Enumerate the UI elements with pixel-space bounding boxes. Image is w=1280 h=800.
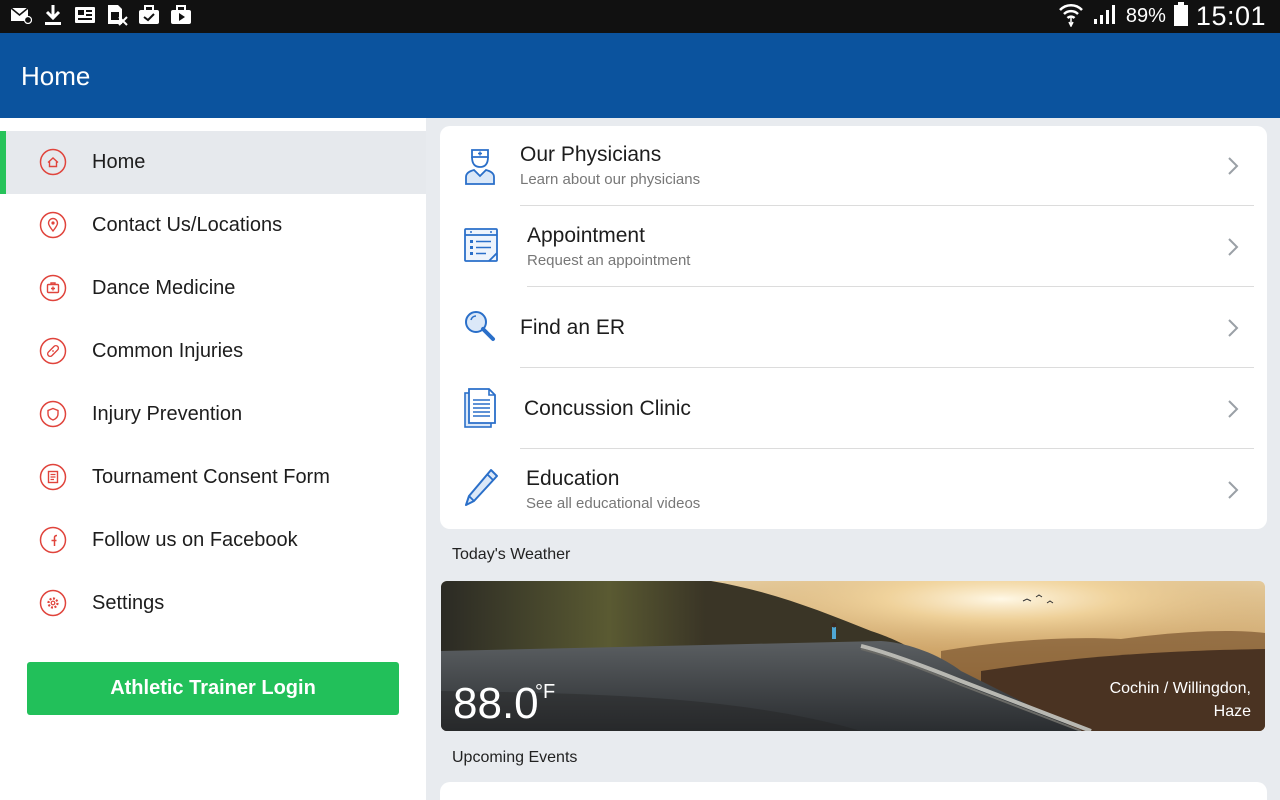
quick-links-card: Our Physicians Learn about our physician… xyxy=(440,126,1267,529)
shield-icon xyxy=(39,400,67,428)
weather-heading: Today's Weather xyxy=(452,546,571,563)
row-title: Find an ER xyxy=(520,316,626,339)
menu-row-find-er[interactable]: Find an ER xyxy=(440,288,1267,369)
email-icon xyxy=(10,4,32,26)
sidebar-item-consent-form[interactable]: Tournament Consent Form xyxy=(0,446,426,509)
sidebar-item-injury-prevention[interactable]: Injury Prevention xyxy=(0,383,426,446)
page-title: Home xyxy=(21,61,91,91)
row-subtitle: Learn about our physicians xyxy=(520,171,701,188)
row-title: Appointment xyxy=(527,224,645,247)
location-pin-icon xyxy=(39,211,67,239)
bandage-icon xyxy=(39,337,67,365)
sidebar-item-settings[interactable]: Settings xyxy=(0,572,426,635)
sidebar-item-facebook[interactable]: Follow us on Facebook xyxy=(0,509,426,572)
sidebar-item-common-injuries[interactable]: Common Injuries xyxy=(0,320,426,383)
calendar-list-icon xyxy=(462,225,498,269)
athletic-trainer-login-button[interactable]: Athletic Trainer Login xyxy=(27,662,399,715)
form-icon xyxy=(39,463,67,491)
temperature-unit: °F xyxy=(535,681,556,703)
events-heading: Upcoming Events xyxy=(452,749,578,766)
news-icon xyxy=(74,4,96,26)
physician-icon xyxy=(462,144,498,188)
medkit-icon xyxy=(39,274,67,302)
weather-card[interactable]: 88.0 °F Cochin / Willingdon, Haze xyxy=(441,581,1265,731)
document-icon xyxy=(462,387,498,431)
weather-condition: Haze xyxy=(1213,703,1251,720)
sidebar-item-label: Tournament Consent Form xyxy=(92,466,330,488)
row-title: Concussion Clinic xyxy=(524,397,691,420)
status-bar: 89% 15:01 xyxy=(0,0,1280,33)
sidebar-item-label: Contact Us/Locations xyxy=(92,214,283,236)
menu-row-education[interactable]: Education See all educational videos xyxy=(440,450,1267,531)
signal-icon xyxy=(1092,3,1118,30)
menu-row-appointment[interactable]: Appointment Request an appointment xyxy=(440,207,1267,288)
facebook-icon xyxy=(39,526,67,554)
sim-icon xyxy=(106,4,128,26)
pencil-icon xyxy=(462,466,498,510)
sidebar-item-label: Follow us on Facebook xyxy=(92,529,298,551)
wifi-icon xyxy=(1058,1,1084,32)
download-icon xyxy=(42,4,64,26)
row-subtitle: Request an appointment xyxy=(527,252,691,269)
divider xyxy=(527,286,1254,287)
system-indicators: 89% 15:01 xyxy=(1058,1,1266,32)
briefcase-check-icon xyxy=(138,4,160,26)
row-title: Education xyxy=(526,467,620,490)
home-icon xyxy=(39,148,67,176)
sidebar-item-contact[interactable]: Contact Us/Locations xyxy=(0,194,426,257)
weather-location: Cochin / Willingdon, Haze xyxy=(1110,677,1251,723)
location-name: Cochin / Willingdon, xyxy=(1109,680,1251,697)
temperature-value: 88.0 xyxy=(453,679,539,728)
magnifier-icon xyxy=(462,308,498,352)
sidebar-item-label: Settings xyxy=(92,592,165,614)
clock: 15:01 xyxy=(1195,1,1266,31)
chevron-right-icon xyxy=(1226,399,1240,419)
notification-icons xyxy=(10,4,192,26)
play-store-icon xyxy=(170,4,192,26)
menu-row-concussion-clinic[interactable]: Concussion Clinic xyxy=(440,369,1267,450)
sidebar-item-home[interactable]: Home xyxy=(0,131,426,194)
row-subtitle: See all educational videos xyxy=(526,495,701,512)
app-bar: Home xyxy=(0,33,1280,118)
sidebar-item-label: Dance Medicine xyxy=(92,277,236,299)
chevron-right-icon xyxy=(1226,318,1240,338)
sidebar-item-label: Injury Prevention xyxy=(92,403,243,425)
sidebar: Home Contact Us/Locations Dance Medicine… xyxy=(0,118,426,800)
chevron-right-icon xyxy=(1226,156,1240,176)
divider xyxy=(520,205,1254,206)
sidebar-item-label: Common Injuries xyxy=(92,340,244,362)
divider xyxy=(520,367,1254,368)
sidebar-item-label: Home xyxy=(92,151,146,173)
battery-icon xyxy=(1173,2,1188,31)
gear-icon xyxy=(39,589,67,617)
chevron-right-icon xyxy=(1226,480,1240,500)
battery-percent: 89% xyxy=(1125,5,1166,27)
row-title: Our Physicians xyxy=(520,143,662,166)
divider xyxy=(520,448,1254,449)
chevron-right-icon xyxy=(1226,237,1240,257)
events-card xyxy=(440,782,1267,800)
sidebar-item-dance-medicine[interactable]: Dance Medicine xyxy=(0,257,426,320)
menu-row-physicians[interactable]: Our Physicians Learn about our physician… xyxy=(440,126,1267,207)
